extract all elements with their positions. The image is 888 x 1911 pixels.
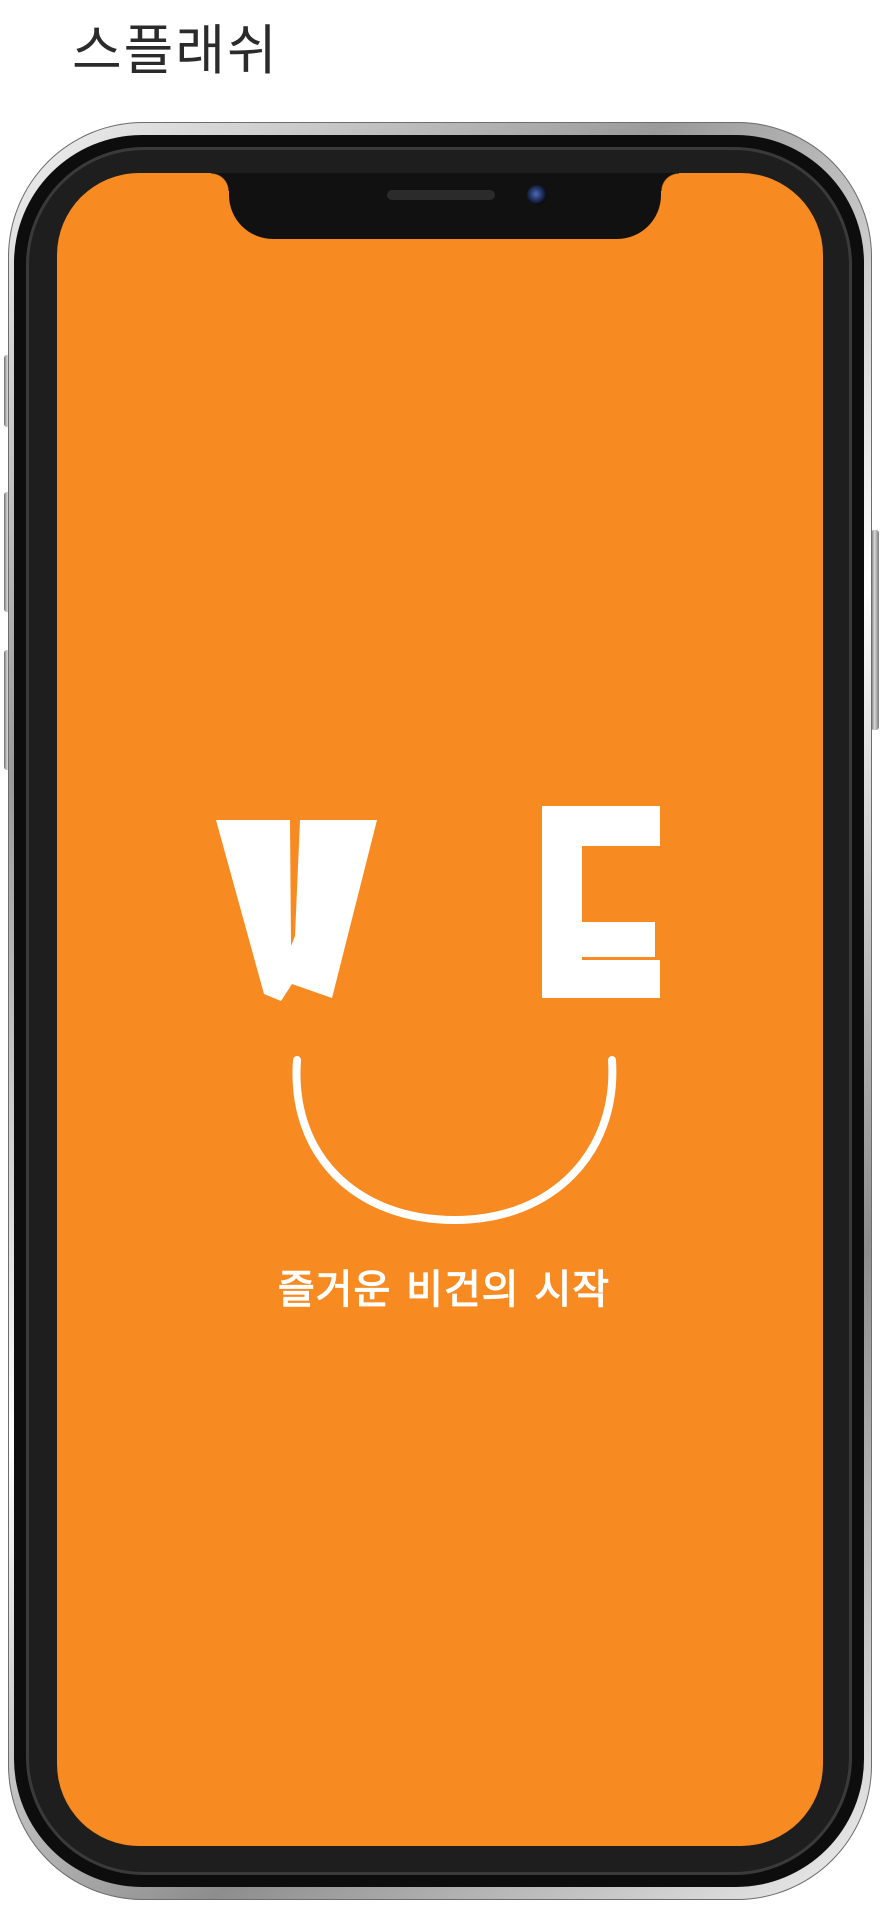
logo-letter-v — [216, 820, 377, 1001]
page: 스플래쉬 즐거운 비건의 시작 — [0, 0, 888, 1911]
splash-logo — [216, 806, 660, 1225]
logo-smile — [292, 1056, 617, 1225]
logo-letter-e-body — [542, 806, 660, 998]
splash-tagline: 즐거운 비건의 시작 — [277, 1267, 611, 1313]
